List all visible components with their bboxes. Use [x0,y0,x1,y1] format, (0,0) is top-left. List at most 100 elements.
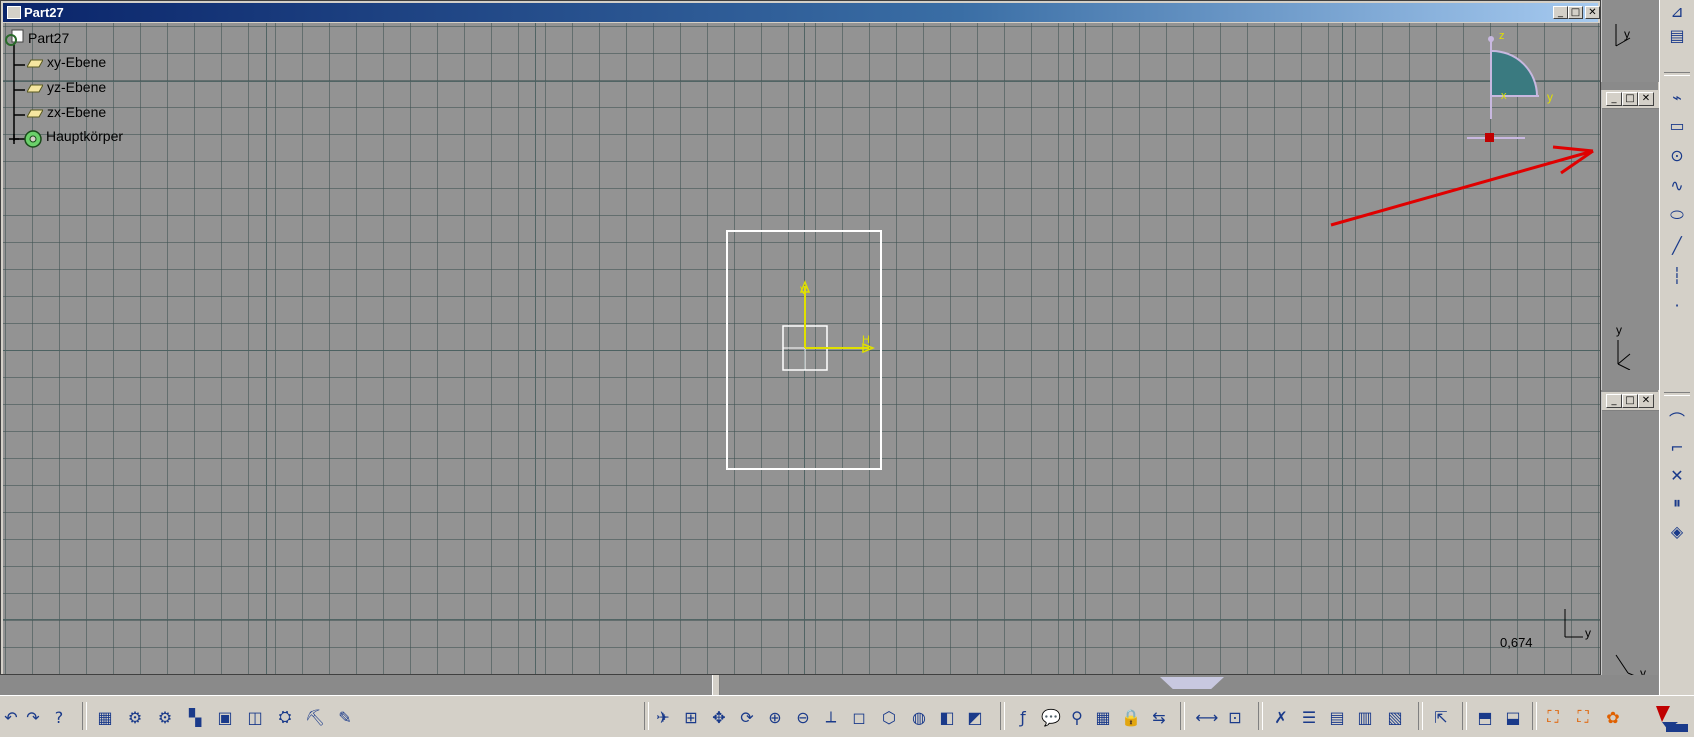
corner-icon[interactable]: ⌒ [1666,408,1688,430]
minimize-button[interactable]: _ [1606,92,1622,106]
views-icon[interactable]: ◻ [848,706,870,728]
catalog-icon[interactable]: ▦ [94,706,116,728]
side-window-top: y [1601,0,1659,82]
sheet-icon[interactable]: ☰ [1298,706,1320,728]
axis-label-y: y [1624,27,1630,41]
compare-icon[interactable]: ⟷ [1196,706,1219,728]
measure-icon[interactable]: ⇆ [1148,706,1170,728]
part-icon[interactable]: ⛭ [274,706,296,728]
sketch-axis-system[interactable]: V H [773,278,883,398]
minimize-button[interactable]: _ [1553,6,1568,19]
fillet-icon[interactable]: ⛶ [1542,706,1564,728]
iso-view-icon[interactable]: ⬡ [878,706,900,728]
undo-icon[interactable]: ↶ [0,706,22,728]
constraint-icon[interactable]: ⊡ [1224,706,1246,728]
tools-icon[interactable]: ⛏ [304,706,326,728]
list-icon[interactable]: ✗ [1270,706,1292,728]
project-3d-icon[interactable]: ◈ [1666,520,1688,542]
comment-icon[interactable]: 💬 [1040,706,1062,728]
analysis-icon[interactable]: ◫ [244,706,266,728]
3d-viewport[interactable]: Part27 xy-Ebene yz-Ebene zx-Ebene Hauptk… [3,23,1600,674]
sketcher-toolbar: ⊿ ▤ ⌁ ▭ ⊙ ∿ ⬭ ╱ ┆ · ⌒ ⌐ ✕ ⏸ ◈ [1659,0,1694,695]
plane-icon [27,59,43,68]
tool3-icon[interactable]: ▥ [1354,706,1376,728]
catia-logo [1656,706,1688,732]
sheet2-icon[interactable]: ▤ [1326,706,1348,728]
part-icon [7,6,21,19]
select-icon[interactable]: ▧ [1384,706,1406,728]
fill-icon[interactable]: ⇱ [1430,706,1452,728]
redo-icon[interactable]: ↷ [22,706,44,728]
document-window: Part27 _ □ ✕ Part27 xy-Ebene yz-Ebene zx… [0,0,1601,675]
maximize-button[interactable]: □ [1622,394,1638,408]
spline-icon[interactable]: ∿ [1666,174,1688,196]
lock-icon[interactable]: ⚲ [1066,706,1088,728]
tree-item-zx-plane[interactable]: zx-Ebene [47,104,106,120]
point-icon[interactable]: · [1666,294,1688,316]
close-button[interactable]: ✕ [1638,92,1654,106]
circle-icon[interactable]: ⊙ [1666,144,1688,166]
tree-item-xy-plane[interactable]: xy-Ebene [47,54,106,70]
zoom-in-icon[interactable]: ⊕ [764,706,786,728]
dot-icon[interactable]: ⬓ [1502,706,1524,728]
mirror-icon[interactable]: ⏸ [1666,492,1688,514]
red-annotation-arrow [1330,145,1594,227]
zoom-value-readout: 0,674 [1500,635,1533,650]
side-window-titlebar: _ □ ✕ [1602,90,1659,109]
image-icon[interactable]: ▣ [214,706,236,728]
swap-icon[interactable]: ◩ [964,706,986,728]
gears-icon[interactable]: ⚙ [154,706,176,728]
minimize-button[interactable]: _ [1606,394,1622,408]
close-button[interactable]: ✕ [1638,394,1654,408]
sketch-icon[interactable]: ⊿ [1666,0,1688,22]
whats-this-icon[interactable]: ? [48,706,70,728]
compass-label-x: x [1501,90,1507,102]
axis-icon[interactable]: ┆ [1666,264,1688,286]
window-title: Part27 [24,5,64,20]
profile-icon[interactable]: ⌁ [1666,86,1688,108]
settings-icon[interactable]: ⚙ [124,706,146,728]
formula-icon[interactable]: ƒ [1012,706,1034,728]
pan-icon[interactable]: ✥ [708,706,730,728]
parameters-icon[interactable]: 🔒 [1120,706,1142,728]
table-icon[interactable]: ▦ [1092,706,1114,728]
hide-show-icon[interactable]: ◧ [936,706,958,728]
part-tree-icon[interactable] [5,29,25,47]
bottom-toolbar: ↶ ↷ ? ▦ ⚙ ⚙ ▚ ▣ ◫ ⛭ ⛏ ✎ ✈ ⊞ ✥ ⟳ ⊕ ⊖ ⟂ ◻ … [0,695,1694,737]
tree-icon[interactable]: ▚ [184,706,206,728]
line-icon[interactable]: ╱ [1666,234,1688,256]
fit-all-icon[interactable]: ⊞ [680,706,702,728]
body-gear-icon[interactable] [7,127,47,149]
tree-item-main-body[interactable]: Hauptkörper [46,128,123,144]
chamfer-icon[interactable]: ⌐ [1666,436,1688,458]
rotate-icon[interactable]: ⟳ [736,706,758,728]
zoom-out-icon[interactable]: ⊖ [792,706,814,728]
tree-root-label[interactable]: Part27 [28,30,69,46]
ellipse-icon[interactable]: ⬭ [1666,204,1688,226]
rectangle-icon[interactable]: ▭ [1666,114,1688,136]
split-icon[interactable]: ⬒ [1474,706,1496,728]
normal-view-icon[interactable]: ⟂ [820,706,842,728]
window-splitter[interactable] [0,675,1658,695]
split-handle[interactable] [1160,677,1224,689]
tree-item-yz-plane[interactable]: yz-Ebene [47,79,106,95]
positioned-sketch-icon[interactable]: ▤ [1666,24,1688,46]
window-titlebar: Part27 _ □ ✕ [3,3,1600,22]
side-window-titlebar: _ □ ✕ [1602,392,1659,411]
axis-label-y: y [1585,626,1591,640]
axis-triad-icon: y [1615,24,1631,47]
compass-label-z: z [1499,30,1505,42]
side-window-bottom: _ □ ✕ y [1601,392,1659,695]
shading-icon[interactable]: ◍ [908,706,930,728]
axis-triad-icon: y [1564,609,1591,640]
sketch-axis-v-label: V [800,285,808,297]
pattern-icon[interactable]: ⛶ [1572,706,1594,728]
sketcher-icon[interactable]: ✎ [334,706,356,728]
sketch-axis-h-label: H [862,334,870,346]
maximize-button[interactable]: □ [1568,6,1583,19]
fly-icon[interactable]: ✈ [652,706,674,728]
maximize-button[interactable]: □ [1622,92,1638,106]
close-button[interactable]: ✕ [1585,6,1600,19]
transform-icon[interactable]: ✿ [1602,706,1624,728]
trim-icon[interactable]: ✕ [1666,464,1688,486]
